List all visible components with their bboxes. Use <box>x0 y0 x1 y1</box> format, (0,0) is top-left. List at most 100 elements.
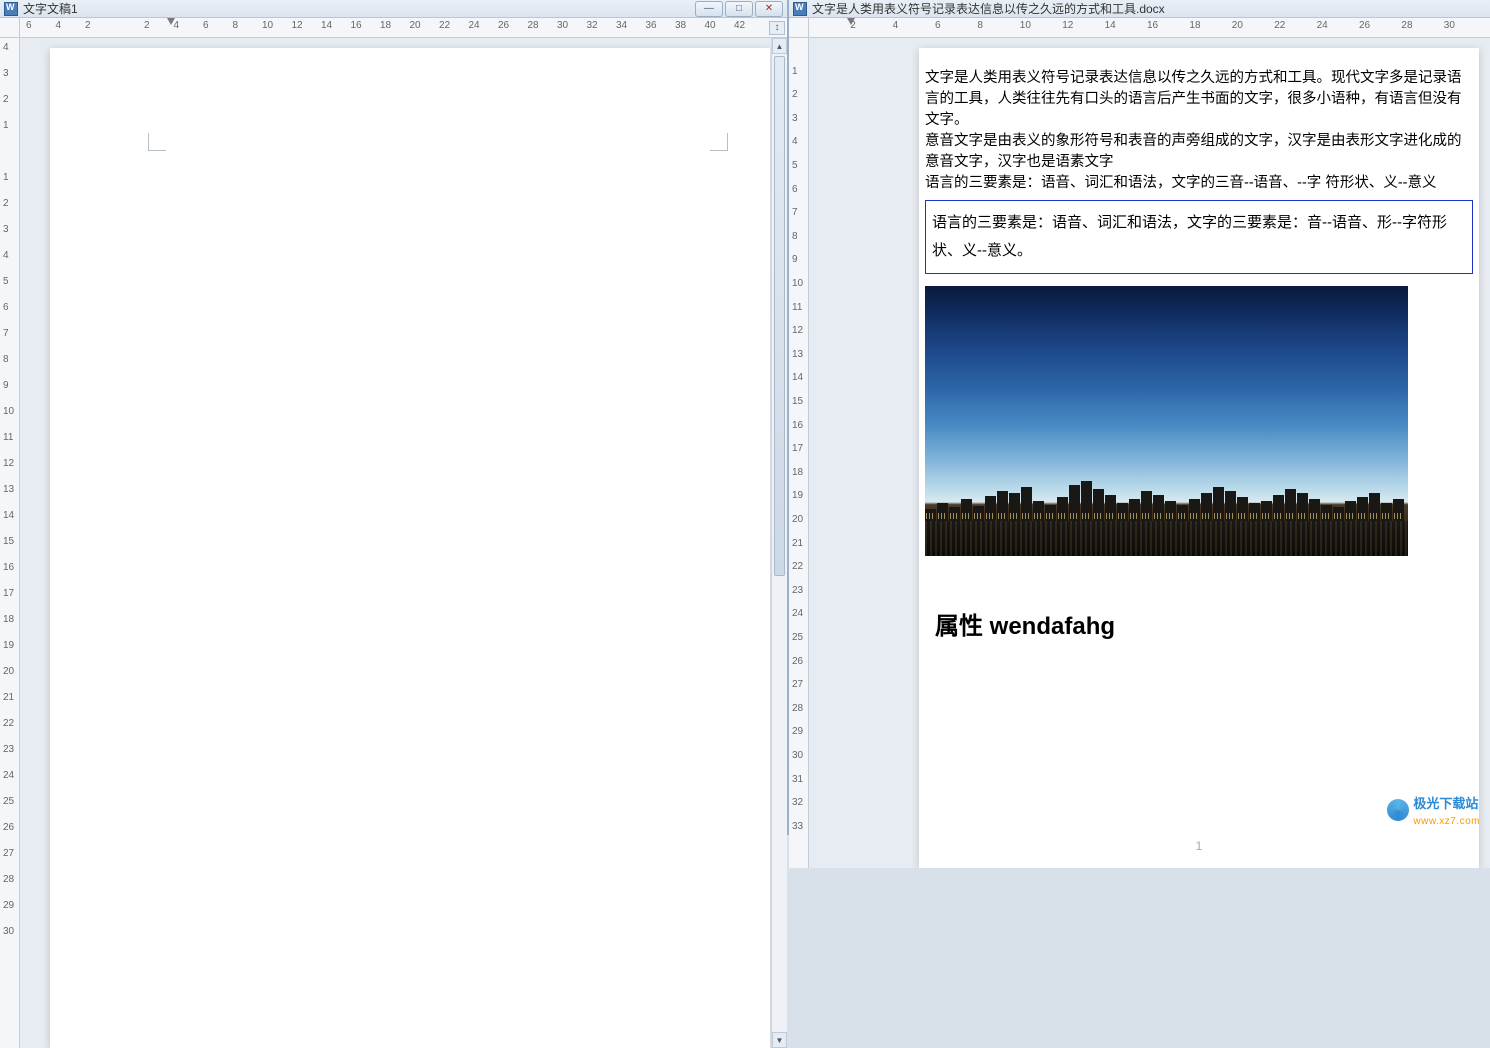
vertical-scrollbar-left[interactable]: ▲ ▼ <box>771 38 787 1048</box>
building-silhouette <box>1045 505 1056 521</box>
ruler-tick: 22 <box>1274 20 1285 31</box>
ruler-tick: 21 <box>792 538 803 549</box>
minimize-button[interactable]: — <box>695 1 723 17</box>
ruler-tick: 40 <box>705 20 716 31</box>
ruler-tick: 18 <box>380 20 391 31</box>
building-silhouette <box>1285 489 1296 521</box>
ruler-tick: 28 <box>792 703 803 714</box>
ruler-tick: 33 <box>792 821 803 832</box>
ruler-tick: 20 <box>1232 20 1243 31</box>
ruler-tick: 10 <box>262 20 273 31</box>
ruler-tick: 2 <box>3 198 9 209</box>
highlighted-box[interactable]: 语言的三要素是：语音、词汇和语法，文字的三要素是：音--语音、形--字符形状、义… <box>925 200 1473 274</box>
ruler-tick: 19 <box>3 640 14 651</box>
ruler-tick: 24 <box>1317 20 1328 31</box>
ruler-tick: 20 <box>410 20 421 31</box>
building-silhouette <box>1321 505 1332 521</box>
ruler-tick: 13 <box>3 484 14 495</box>
building-silhouette <box>1033 501 1044 521</box>
building-silhouette <box>1393 499 1404 521</box>
ruler-tick: 23 <box>792 585 803 596</box>
ruler-tick: 2 <box>792 89 798 100</box>
ruler-tick: 10 <box>1020 20 1031 31</box>
doc-icon <box>793 2 807 16</box>
building-silhouette <box>1213 487 1224 521</box>
paragraph[interactable]: 意音文字是由表义的象形符号和表音的声旁组成的文字，汉字是由表形文字进化成的意音文… <box>925 131 1473 173</box>
ruler-tick: 36 <box>646 20 657 31</box>
ruler-tick: 18 <box>3 614 14 625</box>
ruler-tick: 24 <box>3 770 14 781</box>
ruler-tick: 3 <box>3 224 9 235</box>
ruler-tick: 16 <box>792 420 803 431</box>
ruler-tick: 2 <box>850 20 856 31</box>
ruler-tick: 22 <box>3 718 14 729</box>
scroll-up-icon[interactable]: ▲ <box>772 38 787 54</box>
building-silhouette <box>925 509 936 521</box>
horizontal-ruler-left[interactable]: 6422468101214161820222426283032343638404… <box>0 18 787 38</box>
ruler-options-button[interactable]: ↕ <box>769 21 785 35</box>
content-page[interactable]: 文字是人类用表义符号记录表达信息以传之久远的方式和工具。现代文字多是记录语言的工… <box>919 48 1479 868</box>
ruler-tick: 34 <box>616 20 627 31</box>
ruler-tick: 9 <box>792 254 798 265</box>
ruler-tick: 8 <box>977 20 983 31</box>
heading-2[interactable]: 属性 wendafahg <box>935 616 1473 637</box>
watermark-logo-icon <box>1387 799 1409 821</box>
horizontal-ruler-right[interactable]: 24681012141618202224262830 <box>789 18 1490 38</box>
ruler-tick: 22 <box>439 20 450 31</box>
ruler-tick: 15 <box>3 536 14 547</box>
scroll-down-icon[interactable]: ▼ <box>772 1032 787 1048</box>
ruler-tick: 16 <box>351 20 362 31</box>
blank-page[interactable] <box>50 48 770 1048</box>
ruler-tick: 6 <box>26 20 32 31</box>
page-area-left[interactable] <box>20 38 771 1048</box>
ruler-tick: 4 <box>174 20 180 31</box>
ruler-tick: 6 <box>792 184 798 195</box>
ruler-tick: 6 <box>935 20 941 31</box>
ruler-tick: 3 <box>792 113 798 124</box>
titlebar-right: 文字是人类用表义符号记录表达信息以传之久远的方式和工具.docx <box>789 0 1490 18</box>
embedded-image[interactable] <box>925 286 1408 556</box>
building-silhouette <box>1369 493 1380 521</box>
vertical-ruler-right[interactable]: 1234567891011121314151617181920212223242… <box>789 38 809 868</box>
ruler-tick: 17 <box>3 588 14 599</box>
ruler-tick: 26 <box>498 20 509 31</box>
left-document-pane: 文字文稿1 — □ ✕ 6422468101214161820222426283… <box>0 0 789 835</box>
maximize-button[interactable]: □ <box>725 1 753 17</box>
scroll-thumb[interactable] <box>774 56 785 576</box>
ruler-tick: 29 <box>792 726 803 737</box>
building-silhouette <box>937 503 948 521</box>
doc-title-left: 文字文稿1 <box>23 0 695 17</box>
ruler-tick: 16 <box>1147 20 1158 31</box>
ruler-tick: 12 <box>3 458 14 469</box>
watermark-url: www.xz7.com <box>1413 816 1480 827</box>
page-area-right[interactable]: 文字是人类用表义符号记录表达信息以传之久远的方式和工具。现代文字多是记录语言的工… <box>809 38 1490 868</box>
building-silhouette <box>1345 501 1356 521</box>
building-silhouette <box>1141 491 1152 521</box>
building-silhouette <box>1177 505 1188 521</box>
building-silhouette <box>1189 499 1200 521</box>
building-silhouette <box>1057 497 1068 521</box>
doc-icon <box>4 2 18 16</box>
document-body[interactable]: 文字是人类用表义符号记录表达信息以传之久远的方式和工具。现代文字多是记录语言的工… <box>925 68 1473 637</box>
paragraph[interactable]: 语言的三要素是：语音、词汇和语法，文字的三音--语音、--字 符形状、义--意义 <box>925 173 1473 194</box>
ruler-tick: 14 <box>3 510 14 521</box>
vertical-ruler-left[interactable]: 4321123456789101112131415161718192021222… <box>0 38 20 1048</box>
editor-left: 4321123456789101112131415161718192021222… <box>0 38 787 1048</box>
close-button[interactable]: ✕ <box>755 1 783 17</box>
ruler-corner <box>789 18 809 38</box>
ruler-tick: 11 <box>3 432 13 443</box>
ruler-tick: 19 <box>792 490 803 501</box>
ruler-tick: 12 <box>792 325 803 336</box>
building-silhouette <box>1237 497 1248 521</box>
ruler-tick: 14 <box>792 372 803 383</box>
ruler-tick: 28 <box>1401 20 1412 31</box>
ruler-tick: 28 <box>3 874 14 885</box>
building-silhouette <box>1201 493 1212 521</box>
paragraph[interactable]: 文字是人类用表义符号记录表达信息以传之久远的方式和工具。现代文字多是记录语言的工… <box>925 68 1473 131</box>
building-silhouette <box>1333 507 1344 521</box>
ruler-tick: 30 <box>557 20 568 31</box>
scroll-track[interactable] <box>772 54 787 1032</box>
building-silhouette <box>1165 501 1176 521</box>
ruler-tick: 29 <box>3 900 14 911</box>
image-reflection <box>925 521 1408 556</box>
